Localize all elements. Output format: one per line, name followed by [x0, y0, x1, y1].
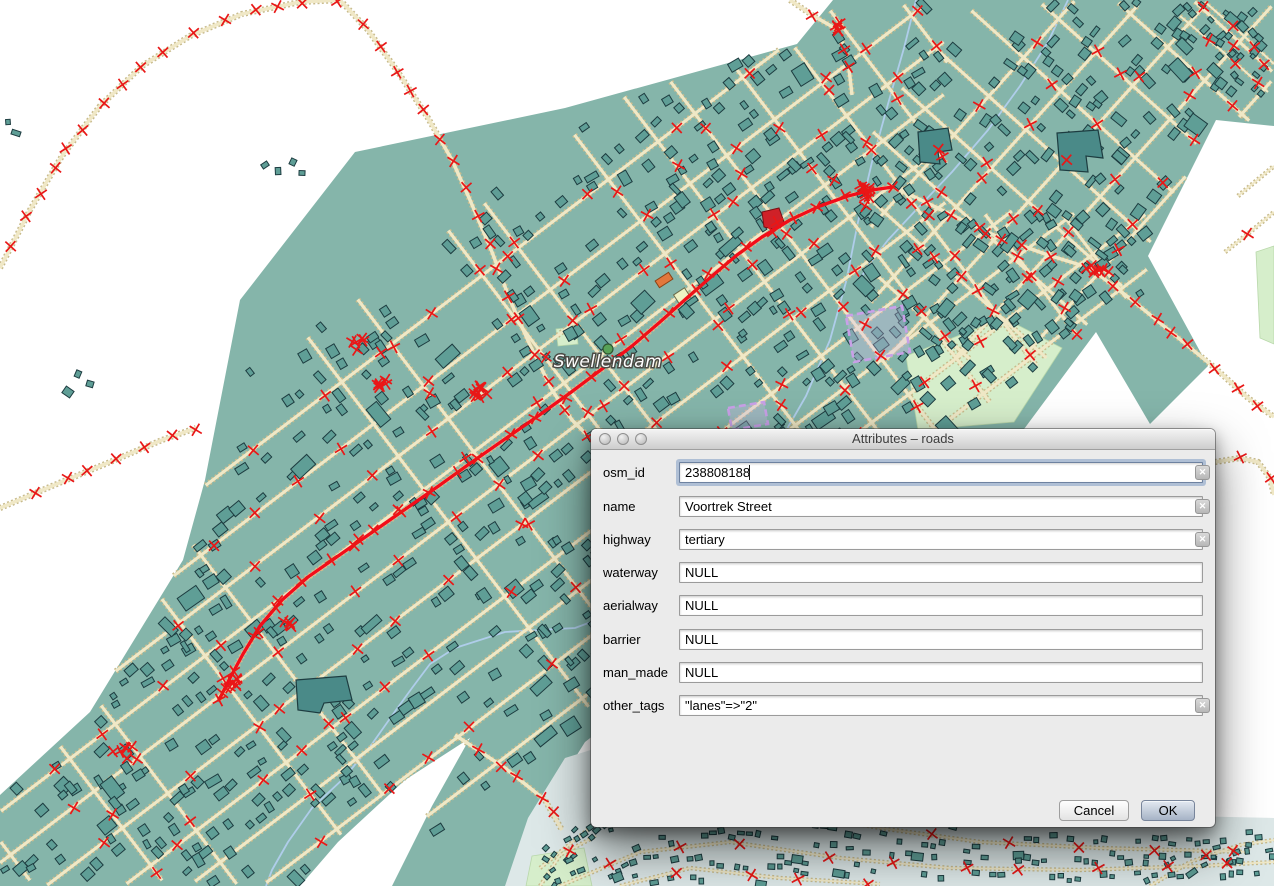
- attributes-dialog: Attributes – roads osm_id name highway w…: [591, 429, 1215, 827]
- clear-field-icon[interactable]: [1195, 499, 1210, 514]
- field-label: highway: [603, 529, 651, 550]
- name-input[interactable]: [679, 496, 1203, 517]
- field-row-barrier: barrier: [591, 629, 1215, 650]
- field-label: other_tags: [603, 695, 664, 716]
- clear-field-icon[interactable]: [1195, 465, 1210, 480]
- field-label: osm_id: [603, 462, 645, 483]
- field-row-other-tags: other_tags: [591, 695, 1215, 716]
- aerialway-input[interactable]: [679, 595, 1203, 616]
- dialog-titlebar[interactable]: Attributes – roads: [591, 429, 1215, 450]
- osm-id-input[interactable]: [679, 462, 1203, 483]
- other-tags-input[interactable]: [679, 695, 1203, 716]
- field-label: name: [603, 496, 636, 517]
- field-row-man-made: man_made: [591, 662, 1215, 683]
- field-row-waterway: waterway: [591, 562, 1215, 583]
- highway-input[interactable]: [679, 529, 1203, 550]
- field-label: man_made: [603, 662, 668, 683]
- app-stage: Swellendam Attributes – roads osm_id nam…: [0, 0, 1274, 886]
- field-row-osm-id: osm_id: [591, 462, 1215, 483]
- field-label: aerialway: [603, 595, 658, 616]
- field-label: waterway: [603, 562, 658, 583]
- waterway-input[interactable]: [679, 562, 1203, 583]
- place-label: Swellendam: [554, 352, 663, 372]
- man-made-input[interactable]: [679, 662, 1203, 683]
- clear-field-icon[interactable]: [1195, 698, 1210, 713]
- dialog-title: Attributes – roads: [591, 429, 1215, 449]
- text-caret: [749, 465, 750, 480]
- barrier-input[interactable]: [679, 629, 1203, 650]
- cancel-button[interactable]: Cancel: [1059, 800, 1129, 821]
- field-row-name: name: [591, 496, 1215, 517]
- field-row-aerialway: aerialway: [591, 595, 1215, 616]
- clear-field-icon[interactable]: [1195, 532, 1210, 547]
- ok-button[interactable]: OK: [1141, 800, 1195, 821]
- field-row-highway: highway: [591, 529, 1215, 550]
- field-label: barrier: [603, 629, 641, 650]
